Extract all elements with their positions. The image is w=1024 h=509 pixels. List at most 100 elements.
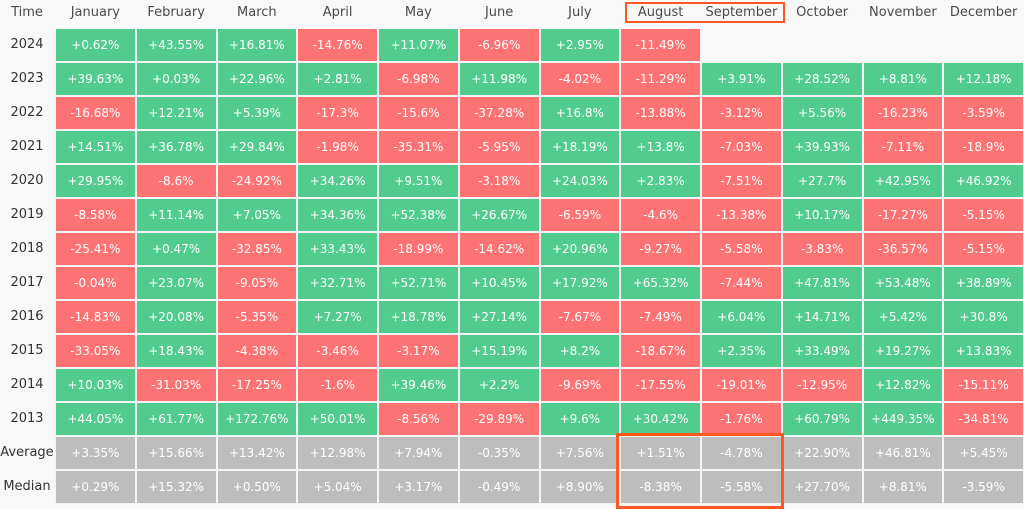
heatmap-cell: +28.52% — [781, 62, 863, 96]
heatmap-cell: +22.90% — [781, 436, 863, 470]
heatmap-cell: +65.32% — [620, 266, 701, 300]
heatmap-cell: +15.32% — [135, 470, 217, 504]
heatmap-cell: +2.83% — [620, 164, 701, 198]
heatmap-cell: -8.56% — [378, 402, 459, 436]
heatmap-cell: +34.26% — [297, 164, 378, 198]
heatmap-cell: +52.38% — [378, 198, 459, 232]
heatmap-cell: +27.7% — [781, 164, 863, 198]
heatmap-cell: -1.76% — [701, 402, 782, 436]
heatmap-cell: -15.11% — [943, 368, 1024, 402]
heatmap-cell: -1.98% — [297, 130, 378, 164]
heatmap-cell: -29.89% — [458, 402, 540, 436]
heatmap-cell: +9.6% — [539, 402, 621, 436]
heatmap-cell: -14.83% — [55, 300, 136, 334]
heatmap-cell: -5.35% — [216, 300, 298, 334]
heatmap-cell: -3.17% — [378, 334, 459, 368]
heatmap-cell: -6.59% — [539, 198, 621, 232]
column-header-july: July — [568, 5, 592, 20]
heatmap-cell: +5.04% — [297, 470, 378, 504]
heatmap-cell: +27.14% — [458, 300, 540, 334]
heatmap-cell: -5.58% — [701, 470, 782, 504]
heatmap-cell: -7.67% — [539, 300, 621, 334]
heatmap-cell: -3.59% — [943, 470, 1024, 504]
heatmap-cell: +7.05% — [216, 198, 298, 232]
heatmap-cell: +13.42% — [216, 436, 298, 470]
heatmap-cell: -16.23% — [862, 96, 944, 130]
heatmap-cell: -35.31% — [378, 130, 459, 164]
heatmap-cell: +8.2% — [539, 334, 621, 368]
row-label-2017: 2017 — [10, 275, 44, 290]
heatmap-cell: -11.49% — [620, 28, 701, 62]
heatmap-cell: +52.71% — [378, 266, 459, 300]
heatmap-cell: +9.51% — [378, 164, 459, 198]
heatmap-cell: -3.59% — [943, 96, 1024, 130]
heatmap-cell: -3.18% — [458, 164, 540, 198]
heatmap-cell: +11.14% — [135, 198, 217, 232]
heatmap-cell: -6.98% — [378, 62, 459, 96]
heatmap-cell: +6.04% — [701, 300, 782, 334]
row-label-2019: 2019 — [10, 207, 44, 222]
heatmap-cell: -8.38% — [620, 470, 701, 504]
heatmap-cell: +23.07% — [135, 266, 217, 300]
heatmap-cell: +39.93% — [781, 130, 863, 164]
heatmap-cell: +10.03% — [55, 368, 136, 402]
heatmap-cell: -5.15% — [943, 232, 1024, 266]
heatmap-cell: -17.55% — [620, 368, 701, 402]
heatmap-cell: +16.81% — [216, 28, 298, 62]
heatmap-cell: +14.71% — [781, 300, 863, 334]
column-header-june: June — [484, 5, 514, 20]
heatmap-cell: +12.98% — [297, 436, 378, 470]
heatmap-cell: +2.35% — [701, 334, 782, 368]
heatmap-cell: -4.38% — [216, 334, 298, 368]
heatmap-cell: +13.83% — [943, 334, 1024, 368]
heatmap-cell: -14.62% — [458, 232, 540, 266]
heatmap-cell: +18.19% — [539, 130, 621, 164]
heatmap-cell: +3.17% — [378, 470, 459, 504]
column-header-march: March — [237, 5, 277, 20]
heatmap-cell: -9.69% — [539, 368, 621, 402]
heatmap-cell: -0.35% — [458, 436, 540, 470]
heatmap-cell: +16.8% — [539, 96, 621, 130]
heatmap-cell: +43.55% — [135, 28, 217, 62]
heatmap-cell: +15.19% — [458, 334, 540, 368]
heatmap-cell: +39.63% — [55, 62, 136, 96]
row-label-average: Average — [0, 445, 54, 460]
heatmap-cell: -3.46% — [297, 334, 378, 368]
heatmap-cell: -5.95% — [458, 130, 540, 164]
heatmap-cell: -13.38% — [701, 198, 782, 232]
heatmap-cell: +20.08% — [135, 300, 217, 334]
column-header-february: February — [147, 5, 205, 20]
column-header-august: August — [637, 5, 684, 20]
heatmap-cell: -14.76% — [297, 28, 378, 62]
heatmap-cell: +2.81% — [297, 62, 378, 96]
heatmap-cell: +46.92% — [943, 164, 1024, 198]
heatmap-cell: +449.35% — [862, 402, 944, 436]
heatmap-cell: +32.71% — [297, 266, 378, 300]
heatmap-cell: -12.95% — [781, 368, 863, 402]
row-label-2016: 2016 — [10, 309, 44, 324]
heatmap-cell: +12.18% — [943, 62, 1024, 96]
heatmap-cell: +36.78% — [135, 130, 217, 164]
heatmap-cell: -4.78% — [701, 436, 782, 470]
heatmap-cell: -36.57% — [862, 232, 944, 266]
row-label-2022: 2022 — [10, 105, 44, 120]
heatmap-cell: +61.77% — [135, 402, 217, 436]
heatmap-cell: -0.49% — [458, 470, 540, 504]
heatmap-cell: +29.95% — [55, 164, 136, 198]
row-label-2024: 2024 — [10, 37, 44, 52]
heatmap-cell: -15.6% — [378, 96, 459, 130]
heatmap-cell: -17.27% — [862, 198, 944, 232]
heatmap-cell: -1.6% — [297, 368, 378, 402]
heatmap-cell: +1.51% — [620, 436, 701, 470]
heatmap-cell: -17.3% — [297, 96, 378, 130]
column-header-november: November — [869, 5, 937, 20]
heatmap-cell: +15.66% — [135, 436, 217, 470]
monthly-returns-heatmap: Time January February March April May June July… — [0, 0, 1024, 509]
heatmap-cell: -37.28% — [458, 96, 540, 130]
row-label-median: Median — [3, 479, 51, 494]
heatmap-cell: -7.11% — [862, 130, 944, 164]
column-header-may: May — [404, 5, 432, 20]
heatmap-cell: +50.01% — [297, 402, 378, 436]
row-label-2023: 2023 — [10, 71, 44, 86]
heatmap-cell: -0.04% — [55, 266, 136, 300]
